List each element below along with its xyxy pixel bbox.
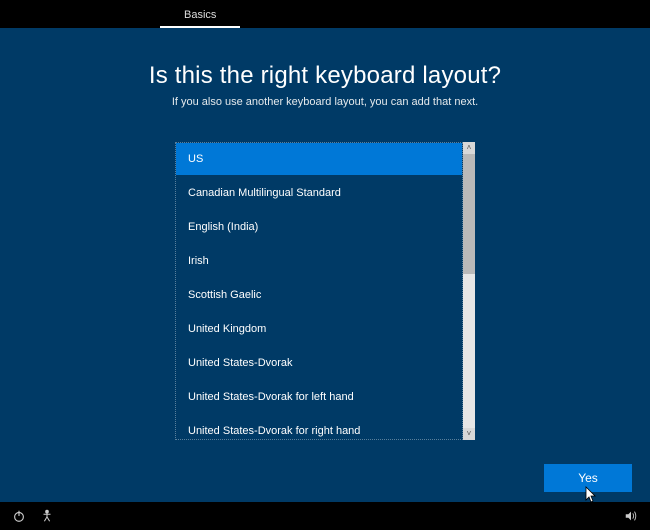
keyboard-layout-item[interactable]: United States-Dvorak [176, 347, 462, 379]
keyboard-layout-item[interactable]: English (India) [176, 211, 462, 243]
bottom-bar [0, 502, 650, 530]
keyboard-layout-item[interactable]: US [176, 143, 462, 175]
power-icon[interactable] [12, 509, 26, 523]
keyboard-layout-list[interactable]: USCanadian Multilingual StandardEnglish … [175, 142, 463, 440]
keyboard-layout-listbox: USCanadian Multilingual StandardEnglish … [175, 142, 475, 440]
keyboard-layout-item[interactable]: Scottish Gaelic [176, 279, 462, 311]
main-panel: Is this the right keyboard layout? If yo… [0, 28, 650, 502]
yes-button[interactable]: Yes [544, 464, 632, 492]
tab-basics[interactable]: Basics [160, 3, 240, 28]
scroll-up-arrow-icon[interactable]: ˄ [463, 142, 475, 154]
keyboard-layout-item[interactable]: United States-Dvorak for right hand [176, 415, 462, 440]
scroll-thumb[interactable] [463, 154, 475, 274]
keyboard-layout-item[interactable]: Canadian Multilingual Standard [176, 177, 462, 209]
keyboard-layout-item[interactable]: Irish [176, 245, 462, 277]
keyboard-layout-item[interactable]: United Kingdom [176, 313, 462, 345]
accessibility-icon[interactable] [40, 509, 54, 523]
scroll-down-arrow-icon[interactable]: ˅ [463, 428, 475, 440]
volume-icon[interactable] [624, 509, 638, 523]
top-bar: Basics [0, 0, 650, 28]
keyboard-layout-item[interactable]: United States-Dvorak for left hand [176, 381, 462, 413]
page-subtitle: If you also use another keyboard layout,… [172, 96, 478, 108]
page-title: Is this the right keyboard layout? [149, 62, 501, 90]
scrollbar[interactable]: ˄ ˅ [463, 142, 475, 440]
